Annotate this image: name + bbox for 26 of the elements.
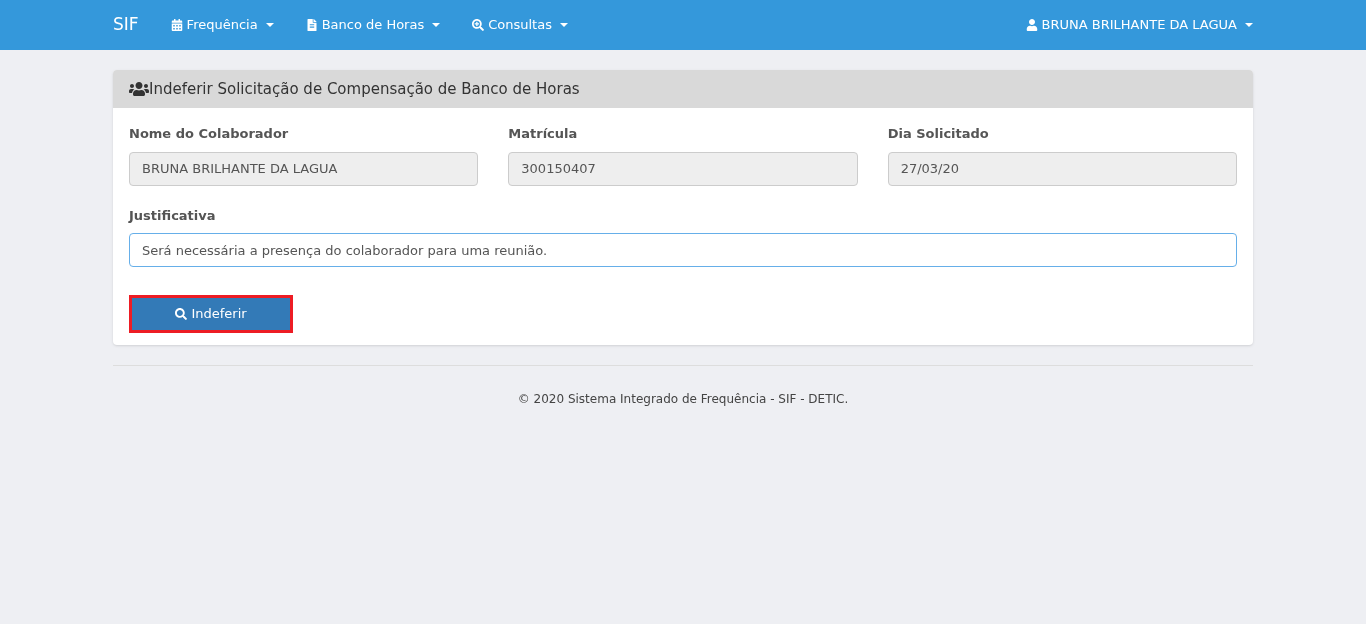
nav-menu[interactable]: Banco de Horas <box>305 15 441 35</box>
field-label: Dia Solicitado <box>887 125 990 143</box>
calendar-icon <box>170 19 183 31</box>
user-icon <box>1025 19 1038 31</box>
field-label: Matrícula <box>508 125 579 143</box>
nav-menu[interactable]: Consultas <box>472 15 568 35</box>
field-label: Justificativa <box>129 206 217 225</box>
caret-icon <box>559 23 568 27</box>
brand-link[interactable]: SIF <box>113 12 139 38</box>
text-field[interactable]: 300150407 <box>508 151 858 186</box>
search-icon <box>472 19 485 31</box>
users-icon <box>129 81 149 97</box>
reject-button[interactable]: Indeferir <box>129 295 293 333</box>
footer-text: © 2020 Sistema Integrado de Frequência - SIF - DETIC. <box>517 391 849 408</box>
text-field[interactable]: 27/03/20 <box>887 151 1237 186</box>
user-menu[interactable]: BRUNA BRILHANTE DA LAGUA <box>1025 15 1253 35</box>
document-icon <box>305 19 318 31</box>
panel-title: Indeferir Solicitação de Compensação de Banco de Horas <box>149 78 580 100</box>
nav-menu[interactable]: Frequência <box>170 15 274 35</box>
caret-icon <box>265 23 274 27</box>
search-icon <box>175 308 188 320</box>
field-label: Nome do Colaborador <box>129 125 290 143</box>
justification-field[interactable]: Será necessária a presença do colaborador para uma reunião. <box>129 233 1237 267</box>
caret-icon <box>432 23 441 27</box>
caret-icon <box>1245 23 1253 27</box>
text-field[interactable]: BRUNA BRILHANTE DA LAGUA <box>129 151 479 186</box>
